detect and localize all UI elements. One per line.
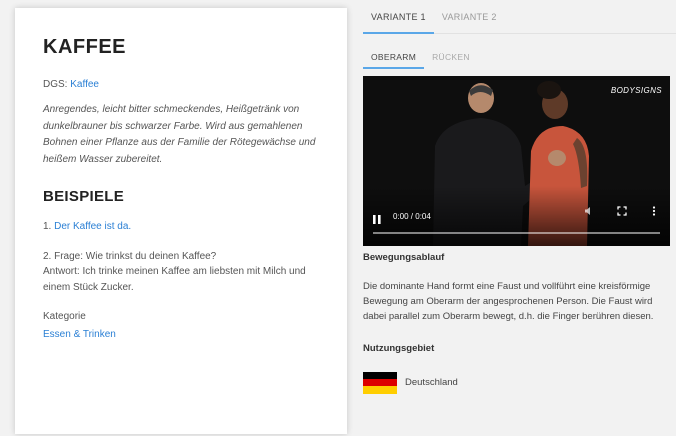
bodysigns-logo: BODYSIGNS <box>610 86 662 95</box>
tab-oberarm[interactable]: OBERARM <box>363 45 425 69</box>
example-2-answer: Antwort: Ich trinke meinen Kaffee am lie… <box>43 266 306 293</box>
man-fist <box>548 150 566 166</box>
country-name: Deutschland <box>405 377 458 389</box>
variant-tabs: VARIANTE 1 VARIANTE 2 <box>363 0 676 34</box>
tab-variante-1[interactable]: VARIANTE 1 <box>363 0 434 34</box>
pause-icon[interactable] <box>373 211 381 224</box>
dgs-link[interactable]: Kaffee <box>70 79 99 90</box>
volume-icon[interactable] <box>584 203 594 221</box>
tab-ruecken[interactable]: RÜCKEN <box>424 45 478 69</box>
fullscreen-icon[interactable] <box>617 203 627 221</box>
example-1-prefix: 1. <box>43 221 52 232</box>
examples-heading: BEISPIELE <box>43 188 125 205</box>
category-label: Kategorie <box>43 311 86 322</box>
germany-flag-icon <box>363 371 397 394</box>
dgs-row: DGS: Kaffee <box>43 79 323 90</box>
usage-heading: Nutzungsgebiet <box>363 342 435 354</box>
movement-text: Die dominante Hand formt eine Faust und … <box>363 281 654 323</box>
position-tabs: OBERARM RÜCKEN <box>363 42 676 72</box>
example-2: 2. Frage: Wie trinkst du deinen Kaffee? … <box>43 249 323 296</box>
movement-heading: Bewegungsablauf <box>363 252 445 263</box>
tab-variante-2[interactable]: VARIANTE 2 <box>434 0 505 34</box>
entry-title: KAFFEE <box>43 36 126 58</box>
category-link[interactable]: Essen & Trinken <box>43 329 116 340</box>
entry-description: Anregendes, leicht bitter schmeckendes, … <box>43 104 316 165</box>
entry-card: KAFFEE DGS: Kaffee Anregendes, leicht bi… <box>15 8 347 434</box>
video-time: 0:00 / 0:04 <box>393 212 431 221</box>
video-player[interactable]: BODYSIGNS 0:00 / 0:04 <box>363 76 670 246</box>
sign-info: Bewegungsablauf Die dominante Hand formt… <box>363 252 673 394</box>
example-2-question: 2. Frage: Wie trinkst du deinen Kaffee? <box>43 250 217 262</box>
dgs-label: DGS: <box>43 79 68 90</box>
woman-hair <box>537 81 561 99</box>
example-1-link[interactable]: Der Kaffee ist da. <box>54 221 131 232</box>
video-progress-bar[interactable] <box>373 232 660 234</box>
more-options-icon[interactable] <box>652 203 656 221</box>
right-column: VARIANTE 1 VARIANTE 2 OBERARM RÜCKEN BOD… <box>363 0 676 436</box>
example-1: 1. Der Kaffee ist da. <box>43 219 323 235</box>
country-row: Deutschland <box>363 371 673 394</box>
